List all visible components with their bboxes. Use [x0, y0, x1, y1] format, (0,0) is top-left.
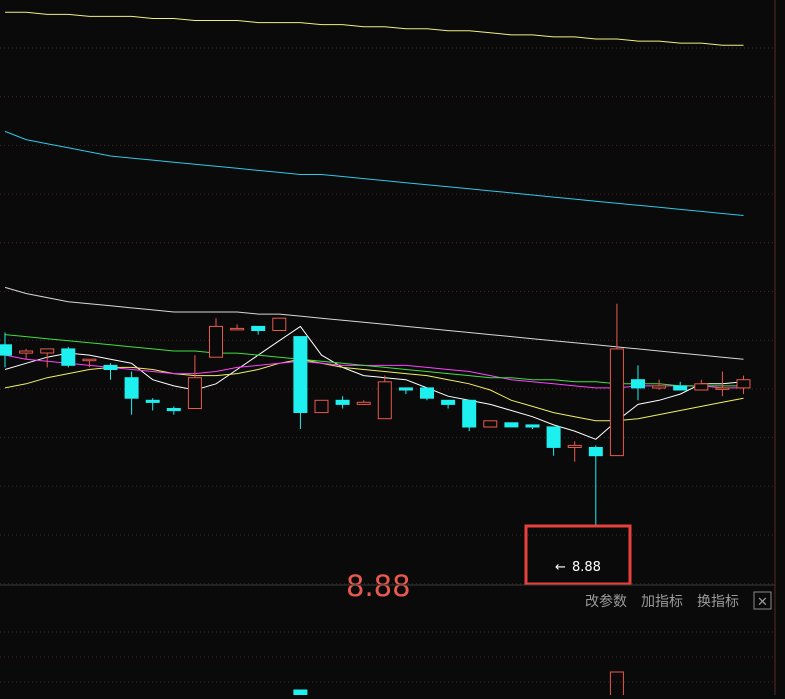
candle[interactable]: [504, 422, 519, 428]
candle[interactable]: [483, 420, 498, 428]
candle-body[interactable]: [0, 344, 12, 356]
moving-average-layer: [4, 11, 744, 440]
switch-indicator-button[interactable]: 换指标: [697, 593, 739, 610]
candle-body[interactable]: [82, 358, 97, 362]
candle-body[interactable]: [652, 385, 667, 389]
add-indicator-button[interactable]: 加指标: [641, 594, 683, 610]
candle-body[interactable]: [609, 348, 624, 457]
low-price-annotation: 8.88: [346, 569, 411, 603]
candle[interactable]: [462, 399, 477, 432]
candle[interactable]: [398, 387, 413, 395]
candle-body[interactable]: [187, 377, 202, 410]
candle[interactable]: [546, 426, 561, 456]
candle-body[interactable]: [272, 317, 287, 332]
candle-body[interactable]: [483, 420, 498, 428]
candle-body[interactable]: [61, 348, 76, 366]
candle[interactable]: [0, 332, 12, 368]
candle[interactable]: [19, 348, 34, 360]
ma-line-ma120: [4, 130, 744, 216]
candle[interactable]: [525, 424, 540, 429]
candle-body[interactable]: [230, 327, 245, 331]
close-pane-button[interactable]: ✕: [753, 591, 772, 610]
candle-body[interactable]: [103, 364, 118, 370]
lower-indicator-pane: [293, 671, 624, 699]
candle-body[interactable]: [462, 399, 477, 428]
close-icon[interactable]: ✕: [757, 595, 768, 610]
candle[interactable]: [694, 379, 709, 391]
candle[interactable]: [251, 325, 266, 335]
candle-body[interactable]: [525, 424, 540, 428]
candle[interactable]: [631, 365, 645, 401]
candle[interactable]: [209, 318, 223, 358]
candle[interactable]: [272, 317, 287, 332]
candle-body[interactable]: [546, 426, 561, 448]
kline-svg[interactable]: ← 8.88 8.88 改参数 加指标 换指标 ✕: [0, 0, 785, 699]
candle-body[interactable]: [209, 325, 223, 358]
modify-params-button[interactable]: 改参数: [585, 593, 627, 610]
candle-body[interactable]: [567, 444, 582, 448]
low-marker-label: 8.88: [572, 560, 601, 575]
candle[interactable]: [420, 387, 434, 401]
candle[interactable]: [145, 398, 160, 411]
candle-body[interactable]: [398, 387, 413, 391]
candle[interactable]: [293, 336, 308, 429]
candle-body[interactable]: [631, 379, 645, 389]
candle[interactable]: [673, 381, 688, 391]
candle-body[interactable]: [736, 379, 751, 389]
candle-body[interactable]: [504, 422, 519, 428]
candle[interactable]: [124, 371, 139, 415]
kline-chart[interactable]: ← 8.88 8.88 改参数 加指标 换指标 ✕: [0, 0, 785, 699]
volume-bar-up: [609, 671, 624, 699]
volume-bar-down: [293, 689, 308, 699]
ma-line-ma60: [4, 286, 744, 360]
candle-body[interactable]: [19, 350, 34, 354]
candle[interactable]: [377, 375, 392, 420]
indicator-toolbar: 改参数 加指标 换指标 ✕: [585, 591, 772, 610]
candle-body[interactable]: [673, 385, 688, 391]
candle-body[interactable]: [715, 387, 730, 390]
candle[interactable]: [356, 400, 371, 405]
ma-line-ma250: [5, 11, 744, 46]
candle[interactable]: [335, 396, 350, 409]
candlestick-layer[interactable]: [0, 303, 751, 528]
candle[interactable]: [314, 399, 329, 414]
candle-body[interactable]: [251, 325, 266, 331]
low-highlight-box: [524, 524, 632, 586]
candle[interactable]: [609, 303, 624, 457]
candle-body[interactable]: [293, 336, 308, 414]
candle[interactable]: [166, 406, 181, 415]
candle-body[interactable]: [420, 387, 434, 399]
candle[interactable]: [567, 441, 582, 462]
candle-body[interactable]: [145, 399, 160, 403]
candle-body[interactable]: [314, 399, 329, 414]
candle[interactable]: [61, 346, 76, 368]
candle[interactable]: [103, 363, 118, 380]
candle-body[interactable]: [335, 399, 350, 405]
low-marker-arrow: ←: [555, 560, 566, 575]
candle-body[interactable]: [166, 408, 181, 412]
candle-body[interactable]: [588, 447, 603, 457]
candle[interactable]: [187, 355, 202, 410]
candle-body[interactable]: [694, 383, 709, 391]
candle[interactable]: [736, 375, 751, 395]
candle-body[interactable]: [40, 348, 55, 354]
low-marker: ← 8.88: [524, 524, 632, 586]
candle[interactable]: [652, 379, 667, 390]
candle-body[interactable]: [377, 381, 392, 420]
candle[interactable]: [230, 324, 245, 331]
candle[interactable]: [441, 399, 456, 409]
candle-body[interactable]: [356, 401, 371, 405]
candle-body[interactable]: [441, 399, 456, 405]
candle-body[interactable]: [124, 377, 139, 399]
